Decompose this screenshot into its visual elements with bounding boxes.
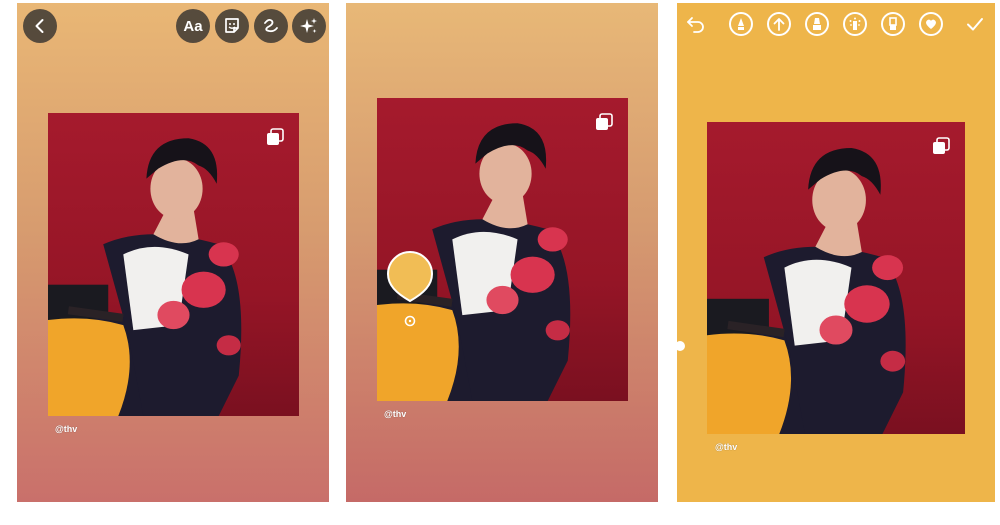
multi-image-icon	[594, 112, 614, 132]
heart-brush-icon	[926, 19, 936, 29]
sticker-button[interactable]	[215, 9, 249, 43]
arrow-tool-button[interactable]	[767, 12, 791, 36]
arrow-up-icon	[773, 18, 785, 31]
sticker-icon	[225, 18, 239, 33]
undo-icon[interactable]	[685, 13, 707, 35]
draw-button[interactable]	[254, 9, 288, 43]
eraser-tool-button[interactable]	[881, 12, 905, 36]
color-pick-panel: @thv	[346, 3, 658, 502]
checkmark-icon[interactable]	[964, 13, 986, 35]
text-tool-label: Aa	[183, 17, 203, 35]
multi-image-icon	[931, 136, 951, 156]
eraser-icon	[889, 17, 897, 30]
neon-tool-button[interactable]	[843, 12, 867, 36]
eyedropper-color-bubble[interactable]	[386, 249, 434, 331]
back-button[interactable]	[23, 9, 57, 43]
squiggle-draw-icon	[264, 18, 278, 33]
mention-caption[interactable]: @thv	[384, 409, 406, 419]
pen-tool-button[interactable]	[729, 12, 753, 36]
draw-mode-panel: @thv	[677, 3, 995, 502]
effects-button[interactable]	[292, 9, 326, 43]
neon-icon	[849, 17, 861, 30]
marker-tool-button[interactable]	[805, 12, 829, 36]
chevron-left-icon	[35, 19, 44, 33]
pen-icon	[738, 18, 744, 30]
heart-brush-tool-button[interactable]	[919, 12, 943, 36]
sparkles-icon	[300, 18, 317, 33]
mention-caption[interactable]: @thv	[55, 424, 77, 434]
story-edit-panel: Aa @thv	[17, 3, 329, 502]
person-photo-illustration	[707, 148, 906, 434]
person-photo-illustration	[48, 138, 242, 416]
marker-icon	[813, 18, 821, 30]
brush-size-slider-handle[interactable]	[675, 341, 685, 351]
text-tool-button[interactable]: Aa	[176, 9, 210, 43]
post-photo[interactable]	[707, 122, 965, 434]
mention-caption[interactable]: @thv	[715, 442, 737, 452]
post-photo[interactable]	[48, 113, 299, 416]
multi-image-icon	[265, 127, 285, 147]
